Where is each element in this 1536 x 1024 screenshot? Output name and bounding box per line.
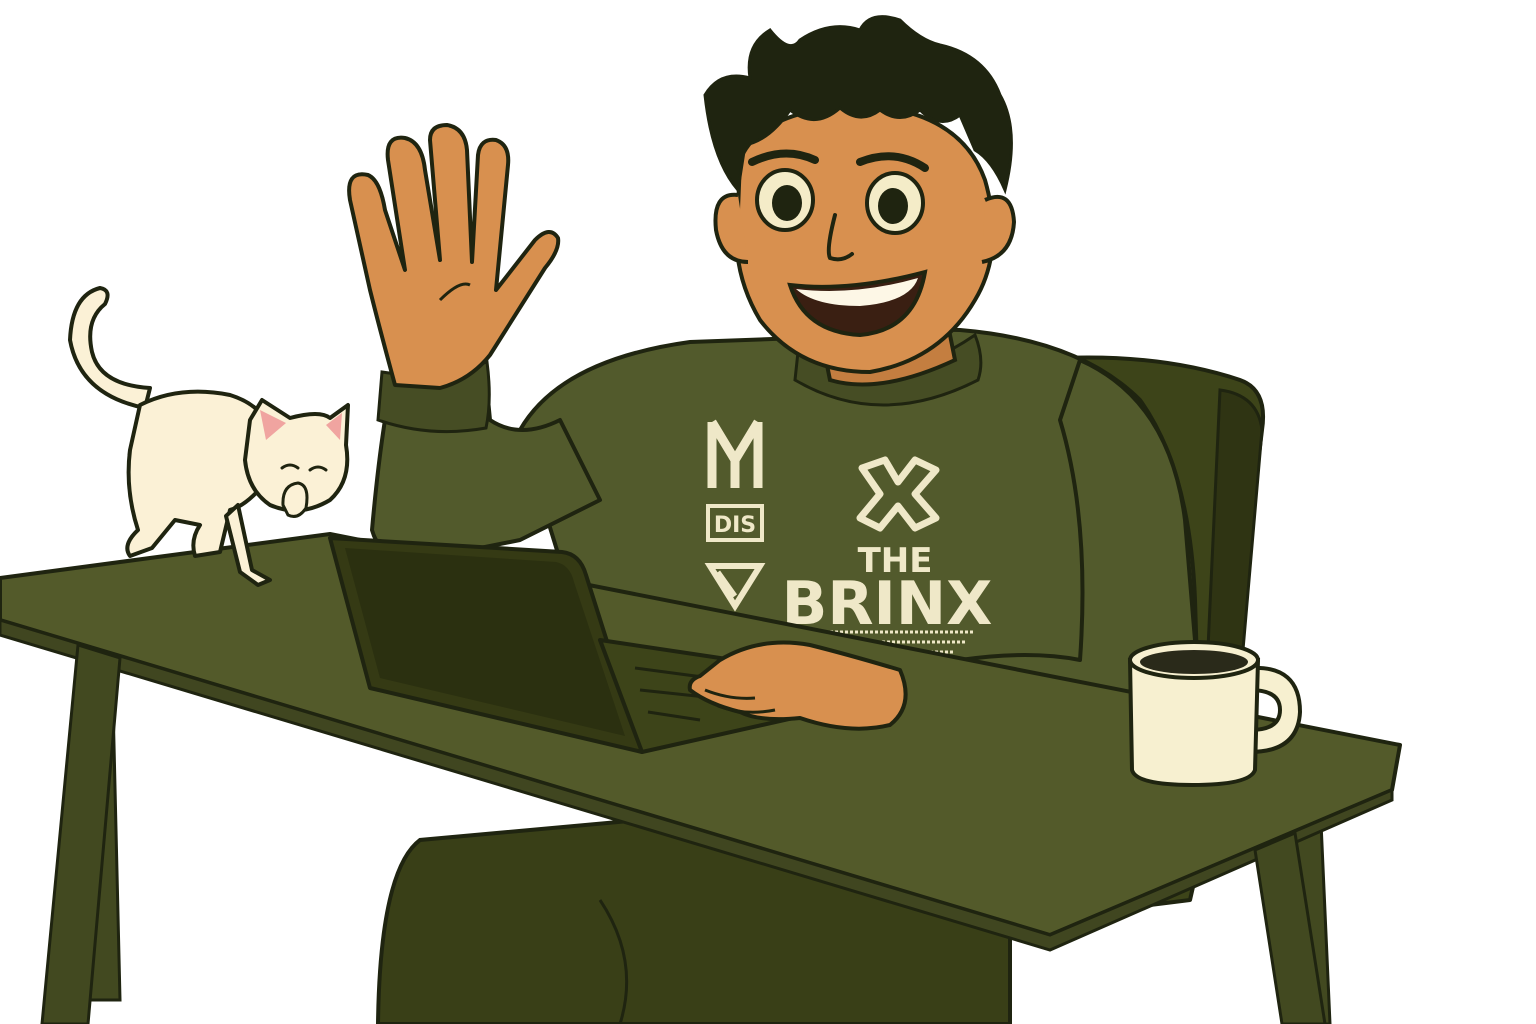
coffee-surface [1140, 650, 1248, 674]
illustration-canvas: DIS THE BRINX [0, 15, 1402, 1024]
cat-tail [68, 286, 152, 410]
left-pupil [772, 185, 802, 221]
right-pupil [878, 188, 908, 224]
raised-arm [347, 123, 602, 562]
waving-hand [347, 123, 561, 390]
cat-paw-raised [281, 481, 309, 518]
illustration-scene: DIS THE BRINX [0, 0, 1536, 1024]
shirt-badge-text: DIS [714, 513, 756, 538]
right-ear [981, 194, 1017, 264]
